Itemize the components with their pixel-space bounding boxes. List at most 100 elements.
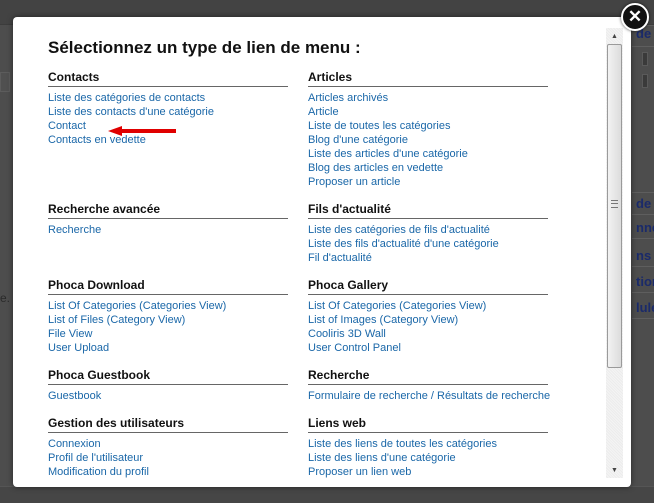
divider (632, 192, 654, 193)
list-item: Guestbook (48, 389, 288, 403)
list-item: Liste des liens de toutes les catégories (308, 437, 548, 451)
menu-type-group: Fils d'actualité Liste des catégories de … (308, 202, 548, 265)
list-item: Liste de toutes les catégories (308, 119, 548, 133)
scroll-up-arrow-icon[interactable]: ▲ (606, 28, 623, 44)
background-footer (0, 486, 654, 503)
menu-type-link[interactable]: Blog des articles en vedette (308, 162, 443, 174)
group-heading: Recherche (308, 368, 548, 385)
list-item: Recherche (48, 223, 288, 237)
menu-type-list: Liste des catégories de contacts Liste de… (48, 87, 288, 147)
menu-type-list: List Of Categories (Categories View) List… (48, 295, 288, 355)
list-item: Liste des liens d'une catégorie (308, 451, 548, 465)
background-box (642, 52, 648, 66)
list-item: Formulaire de recherche / Résultats de r… (308, 389, 550, 403)
menu-type-link[interactable]: User Control Panel (308, 342, 401, 354)
menu-type-link[interactable]: Fil d'actualité (308, 252, 372, 264)
group-heading: Fils d'actualité (308, 202, 548, 219)
list-item: File View (48, 327, 288, 341)
group-heading: Articles (308, 70, 548, 87)
menu-type-link[interactable]: List of Images (Category View) (308, 314, 458, 326)
list-item: List Of Categories (Categories View) (308, 299, 548, 313)
menu-type-link[interactable]: File View (48, 328, 92, 340)
list-item: List Of Categories (Categories View) (48, 299, 288, 313)
list-item: Proposer un article (308, 175, 548, 189)
menu-type-link[interactable]: Guestbook (48, 390, 101, 402)
list-item: User Upload (48, 341, 288, 355)
menu-type-link[interactable]: Articles archivés (308, 92, 388, 104)
background-right-text: tion (636, 274, 654, 289)
menu-type-group: Recherche avancée Recherche (48, 202, 288, 237)
scroll-down-arrow-icon[interactable]: ▼ (606, 462, 623, 478)
list-item: Proposer un lien web (308, 465, 548, 479)
menu-type-link[interactable]: Article (308, 106, 339, 118)
group-heading: Phoca Download (48, 278, 288, 295)
list-item: User Control Panel (308, 341, 548, 355)
menu-type-group: Recherche Formulaire de recherche / Résul… (308, 368, 550, 403)
close-button[interactable]: ✕ (621, 3, 649, 31)
menu-type-link[interactable]: Liste des catégories de fils d'actualité (308, 224, 490, 236)
vertical-scrollbar[interactable]: ▲ ▼ (606, 28, 623, 478)
menu-type-group: Phoca Download List Of Categories (Catego… (48, 278, 288, 355)
menu-type-link[interactable]: Liste des articles d'une catégorie (308, 148, 468, 160)
background-field (0, 72, 10, 92)
group-heading: Contacts (48, 70, 288, 87)
menu-type-list: Liste des catégories de fils d'actualité… (308, 219, 548, 265)
menu-type-list: Liste des liens de toutes les catégories… (308, 433, 548, 479)
menu-type-link[interactable]: Recherche (48, 224, 101, 236)
menu-type-link[interactable]: Liste des liens de toutes les catégories (308, 438, 497, 450)
list-item: Blog d'une catégorie (308, 133, 548, 147)
menu-type-group: Gestion des utilisateurs Connexion Profil … (48, 416, 288, 479)
divider (632, 238, 654, 239)
menu-type-link[interactable]: Liste de toutes les catégories (308, 120, 450, 132)
menu-type-link[interactable]: Liste des liens d'une catégorie (308, 452, 456, 464)
menu-type-list: Recherche (48, 219, 288, 237)
menu-type-link[interactable]: Cooliris 3D Wall (308, 328, 386, 340)
menu-type-link[interactable]: User Upload (48, 342, 109, 354)
menu-type-list: Connexion Profil de l'utilisateur Modifica… (48, 433, 288, 479)
arrow-shaft (118, 129, 176, 133)
close-icon: ✕ (627, 7, 643, 26)
menu-type-link[interactable]: Blog d'une catégorie (308, 134, 408, 146)
group-heading: Recherche avancée (48, 202, 288, 219)
list-item: Article (308, 105, 548, 119)
group-heading: Liens web (308, 416, 548, 433)
menu-type-link[interactable]: Modification du profil (48, 466, 149, 478)
background-right-text: ns (636, 248, 652, 263)
red-arrow-annotation (108, 126, 176, 136)
list-item: Liste des fils d'actualité d'une catégor… (308, 237, 548, 251)
divider (632, 318, 654, 319)
menu-type-link[interactable]: List Of Categories (Categories View) (48, 300, 226, 312)
menu-type-link[interactable]: Proposer un article (308, 176, 400, 188)
menu-type-group: Phoca Guestbook Guestbook (48, 368, 288, 403)
menu-type-link[interactable]: Liste des fils d'actualité d'une catégor… (308, 238, 499, 250)
list-item: Blog des articles en vedette (308, 161, 548, 175)
menu-type-link[interactable]: Contact (48, 120, 86, 132)
menu-type-list: Guestbook (48, 385, 288, 403)
divider (632, 46, 654, 47)
list-item: Articles archivés (308, 91, 548, 105)
menu-type-link[interactable]: Liste des contacts d'une catégorie (48, 106, 214, 118)
list-item: Cooliris 3D Wall (308, 327, 548, 341)
menu-type-link[interactable]: Liste des catégories de contacts (48, 92, 205, 104)
group-heading: Phoca Guestbook (48, 368, 288, 385)
list-item: Liste des articles d'une catégorie (308, 147, 548, 161)
group-heading: Gestion des utilisateurs (48, 416, 288, 433)
divider (632, 292, 654, 293)
menu-type-link[interactable]: Formulaire de recherche / Résultats de r… (308, 390, 550, 402)
list-item: Profil de l'utilisateur (48, 451, 288, 465)
list-item: Connexion (48, 437, 288, 451)
arrow-head (108, 126, 122, 136)
menu-type-list: Formulaire de recherche / Résultats de r… (308, 385, 550, 403)
divider (632, 266, 654, 267)
list-item: Liste des catégories de contacts (48, 91, 288, 105)
list-item: Modification du profil (48, 465, 288, 479)
menu-type-link[interactable]: Connexion (48, 438, 101, 450)
scrollbar-thumb[interactable] (607, 44, 622, 368)
menu-type-link[interactable]: List Of Categories (Categories View) (308, 300, 486, 312)
grip-icon (611, 200, 618, 208)
menu-type-link[interactable]: Profil de l'utilisateur (48, 452, 143, 464)
menu-type-group: Articles Articles archivés Article Liste de… (308, 70, 548, 189)
menu-type-link[interactable]: List of Files (Category View) (48, 314, 185, 326)
list-item: List of Images (Category View) (308, 313, 548, 327)
menu-type-link[interactable]: Proposer un lien web (308, 466, 411, 478)
